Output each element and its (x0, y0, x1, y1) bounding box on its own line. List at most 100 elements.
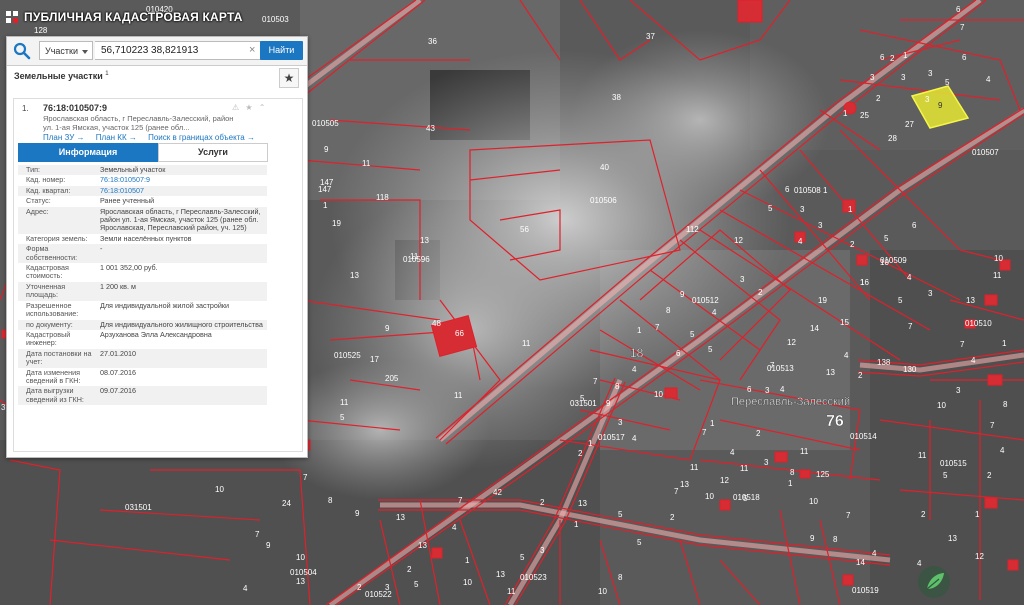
svg-text:138: 138 (877, 358, 891, 367)
svg-text:12: 12 (734, 236, 743, 245)
svg-text:10: 10 (937, 401, 946, 410)
svg-text:4: 4 (730, 448, 735, 457)
tab-information[interactable]: Информация (18, 143, 158, 162)
svg-text:1: 1 (843, 109, 848, 118)
svg-text:1: 1 (588, 439, 593, 448)
svg-text:010504: 010504 (290, 568, 317, 577)
result-cadastral-number[interactable]: 76:18:010507:9 (43, 103, 107, 113)
card-actions-icon[interactable]: ⚠ ★ ⌃ (232, 103, 268, 112)
attribute-value: Ярославская область, г Переславль-Залесс… (100, 206, 261, 233)
svg-text:010596: 010596 (403, 255, 430, 264)
svg-text:010517: 010517 (598, 433, 625, 442)
svg-text:5: 5 (884, 234, 889, 243)
svg-text:7: 7 (908, 322, 913, 331)
svg-text:11: 11 (690, 463, 699, 472)
svg-text:4: 4 (844, 351, 849, 360)
svg-text:8: 8 (618, 573, 623, 582)
svg-text:3: 3 (618, 418, 623, 427)
svg-text:2: 2 (858, 371, 863, 380)
svg-text:3: 3 (800, 205, 805, 214)
search-in-bounds-link[interactable]: Поиск в границах объекта → (148, 133, 255, 142)
attribute-row: Адрес: Ярославская область, г Переславль-… (18, 206, 267, 234)
attribute-value: 1 200 кв. м (100, 281, 136, 291)
attribute-value[interactable]: 76:18:010507 (96, 186, 267, 195)
svg-text:3: 3 (764, 458, 769, 467)
svg-text:010519: 010519 (852, 586, 879, 595)
attribute-value: Для индивидуальной жилой застройки (100, 300, 230, 310)
svg-text:1: 1 (903, 51, 908, 60)
search-panel: Участки × Найти Земельные участки 1 ★ 1.… (6, 36, 308, 458)
svg-text:7: 7 (674, 487, 679, 496)
svg-text:6: 6 (880, 53, 885, 62)
svg-text:7: 7 (458, 496, 463, 505)
svg-text:3: 3 (740, 275, 745, 284)
svg-text:010525: 010525 (334, 351, 361, 360)
svg-text:14: 14 (810, 324, 819, 333)
svg-text:1: 1 (823, 186, 828, 195)
svg-text:010503: 010503 (262, 15, 289, 24)
svg-text:13: 13 (350, 271, 359, 280)
attribute-row: Дата постановки на учет: 27.01.2010 (18, 348, 267, 368)
clear-icon[interactable]: × (249, 43, 255, 57)
svg-text:10: 10 (598, 587, 607, 596)
svg-text:37: 37 (646, 32, 655, 41)
district-code-label: 18 (630, 346, 644, 360)
search-icon[interactable] (11, 41, 33, 61)
favorite-star-icon[interactable]: ★ (279, 68, 299, 88)
find-button[interactable]: Найти (260, 41, 303, 60)
svg-text:11: 11 (522, 339, 531, 348)
svg-text:9: 9 (355, 509, 360, 518)
svg-text:2: 2 (357, 583, 362, 592)
svg-text:56: 56 (520, 225, 529, 234)
svg-text:13: 13 (826, 368, 835, 377)
tab-services[interactable]: Услуги (158, 143, 268, 162)
attribute-value: 27.01.2010 (100, 348, 136, 358)
svg-text:5: 5 (340, 413, 345, 422)
svg-text:13: 13 (496, 570, 505, 579)
svg-text:2: 2 (758, 288, 763, 297)
svg-text:205: 205 (385, 374, 399, 383)
search-type-select[interactable]: Участки (39, 41, 93, 60)
attribute-row: Форма собственности: - (18, 244, 267, 264)
plan-zu-link[interactable]: План ЗУ → (43, 133, 85, 142)
svg-text:4: 4 (452, 523, 457, 532)
leaf-watermark-icon (918, 566, 950, 598)
region-code-label: 76 (826, 413, 844, 430)
svg-text:10: 10 (296, 553, 305, 562)
svg-text:9: 9 (324, 145, 329, 154)
svg-text:3: 3 (765, 386, 770, 395)
svg-text:5: 5 (898, 296, 903, 305)
svg-text:1: 1 (1002, 339, 1007, 348)
attribute-row: Кадастровый инженер: Арзуханова Элла Алек… (18, 330, 267, 349)
attribute-value[interactable]: 76:18:010507:9 (96, 175, 267, 184)
svg-text:118: 118 (376, 193, 389, 202)
svg-text:43: 43 (426, 124, 435, 133)
svg-text:3: 3 (928, 289, 933, 298)
attribute-label: Кадастровая стоимость: (26, 263, 69, 281)
svg-text:8: 8 (1003, 400, 1008, 409)
svg-text:2: 2 (850, 240, 855, 249)
svg-text:11: 11 (918, 451, 927, 460)
attribute-label: Адрес: (26, 206, 49, 216)
svg-text:5: 5 (768, 204, 773, 213)
attribute-row: Разрешенное использование: Для индивидуал… (18, 301, 267, 320)
svg-text:27: 27 (905, 120, 914, 129)
svg-text:11: 11 (993, 271, 1002, 280)
svg-text:130: 130 (903, 365, 917, 374)
svg-text:2: 2 (407, 565, 412, 574)
svg-text:4: 4 (907, 273, 912, 282)
svg-text:3: 3 (928, 69, 933, 78)
svg-text:010505: 010505 (312, 119, 339, 128)
search-input[interactable] (95, 41, 265, 60)
plan-kk-link[interactable]: План КК → (96, 133, 137, 142)
attribute-value: Земли населённых пунктов (100, 233, 192, 243)
chevron-down-icon (82, 50, 88, 54)
svg-text:1: 1 (975, 510, 980, 519)
attribute-row: Уточненная площадь: 1 200 кв. м (18, 281, 267, 301)
svg-text:9: 9 (810, 534, 815, 543)
svg-text:8: 8 (790, 468, 795, 477)
svg-text:11: 11 (800, 447, 809, 456)
svg-text:11: 11 (340, 398, 349, 407)
svg-text:5: 5 (690, 330, 695, 339)
attribute-label: по документу: (26, 319, 73, 329)
